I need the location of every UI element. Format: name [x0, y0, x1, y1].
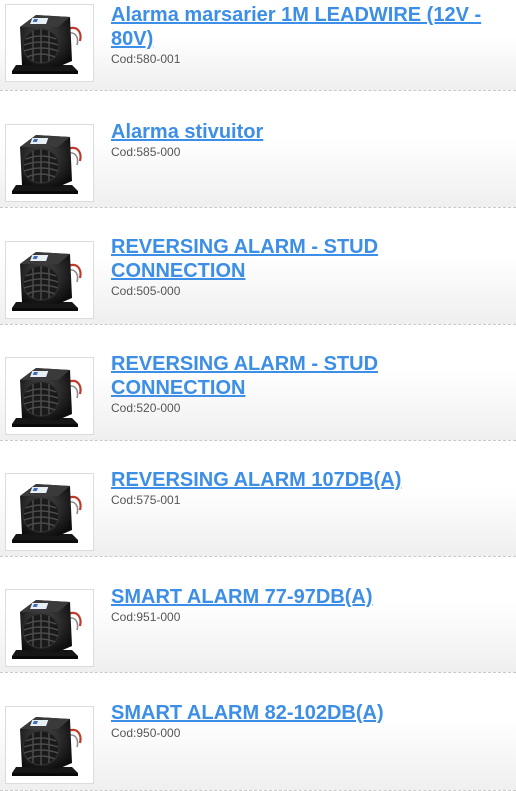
product-code: Cod:951-000 [111, 610, 181, 624]
product-image-link[interactable] [5, 241, 94, 319]
product-code: Cod:580-001 [111, 52, 181, 66]
reversing-alarm-icon [6, 590, 93, 666]
product-title-link[interactable]: Alarma marsarier 1M LEADWIRE (12V - 80V) [111, 3, 511, 51]
product-title-link[interactable]: REVERSING ALARM - STUD CONNECTION [111, 352, 511, 400]
product-item: Alarma stivuitor Cod:585-000 [0, 91, 516, 208]
product-image-link[interactable] [5, 124, 94, 202]
reversing-alarm-icon [6, 707, 93, 783]
product-code: Cod:950-000 [111, 726, 181, 740]
reversing-alarm-icon [6, 5, 93, 81]
product-title-link[interactable]: Alarma stivuitor [111, 120, 511, 144]
product-code: Cod:520-000 [111, 401, 181, 415]
product-item: Alarma marsarier 1M LEADWIRE (12V - 80V)… [0, 0, 516, 91]
reversing-alarm-icon [6, 125, 93, 201]
product-image-link[interactable] [5, 4, 94, 82]
product-code: Cod:505-000 [111, 284, 181, 298]
product-image-link[interactable] [5, 357, 94, 435]
reversing-alarm-icon [6, 474, 93, 550]
product-item: SMART ALARM 82-102DB(A) Cod:950-000 [0, 673, 516, 791]
product-item: REVERSING ALARM 107DB(A) Cod:575-001 [0, 441, 516, 557]
product-title-link[interactable]: REVERSING ALARM 107DB(A) [111, 468, 511, 492]
reversing-alarm-icon [6, 242, 93, 318]
product-title-link[interactable]: SMART ALARM 82-102DB(A) [111, 701, 511, 725]
reversing-alarm-icon [6, 358, 93, 434]
product-code: Cod:585-000 [111, 145, 181, 159]
product-image-link[interactable] [5, 706, 94, 784]
product-title-link[interactable]: REVERSING ALARM - STUD CONNECTION [111, 235, 511, 283]
product-image-link[interactable] [5, 589, 94, 667]
product-title-link[interactable]: SMART ALARM 77-97DB(A) [111, 585, 511, 609]
product-item: SMART ALARM 77-97DB(A) Cod:951-000 [0, 557, 516, 673]
product-image-link[interactable] [5, 473, 94, 551]
product-item: REVERSING ALARM - STUD CONNECTION Cod:50… [0, 208, 516, 325]
product-item: REVERSING ALARM - STUD CONNECTION Cod:52… [0, 325, 516, 441]
product-code: Cod:575-001 [111, 493, 181, 507]
